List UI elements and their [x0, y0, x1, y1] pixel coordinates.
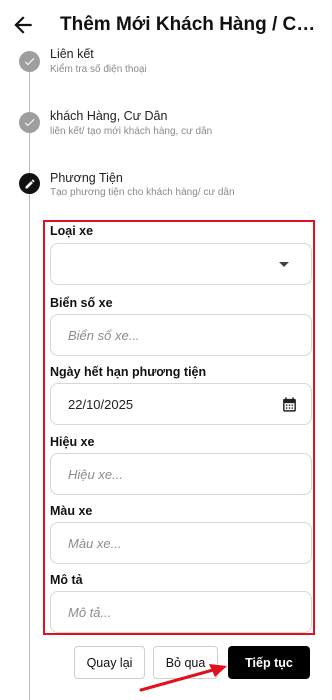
color-input[interactable]	[68, 535, 268, 551]
expiry-date-field[interactable]: 22/10/2025	[50, 383, 312, 425]
step-title-link: Liên kết	[50, 47, 94, 61]
step-check-icon	[19, 51, 40, 72]
color-label: Màu xe	[50, 504, 93, 518]
continue-button[interactable]: Tiếp tục	[228, 646, 310, 679]
step-subtitle-link: Kiểm tra số điện thoại	[50, 64, 147, 75]
dropdown-arrow-icon	[279, 262, 289, 267]
back-arrow-icon[interactable]	[10, 12, 36, 38]
brand-field[interactable]	[50, 453, 312, 495]
color-field[interactable]	[50, 522, 312, 564]
plate-label: Biển số xe	[50, 296, 113, 310]
step-subtitle-vehicle: Tạo phương tiện cho khách hàng/ cư dân	[50, 187, 235, 198]
step-check-icon	[19, 112, 40, 133]
description-input[interactable]	[68, 604, 268, 620]
expiry-date-value: 22/10/2025	[68, 396, 134, 412]
step-title-customer: khách Hàng, Cư Dân	[50, 109, 168, 123]
description-label: Mô tả	[50, 573, 83, 587]
page-title: Thêm Mới Khách Hàng / Cư Dân	[60, 14, 328, 35]
step-edit-icon	[19, 173, 40, 194]
brand-input[interactable]	[68, 466, 268, 482]
vehicle-type-select[interactable]	[50, 243, 312, 285]
plate-field[interactable]	[50, 314, 312, 356]
expiry-label: Ngày hết hạn phương tiện	[50, 365, 207, 379]
plate-input[interactable]	[68, 327, 268, 343]
step-title-vehicle: Phương Tiện	[50, 171, 123, 185]
annotation-arrow-icon	[139, 664, 227, 692]
stepper-line	[29, 70, 30, 700]
vehicle-type-label: Loại xe	[50, 224, 94, 238]
app-header: Thêm Mới Khách Hàng / Cư Dân	[0, 0, 332, 48]
step-subtitle-customer: liên kết/ tạo mới khách hàng, cư dân	[50, 126, 213, 137]
brand-label: Hiệu xe	[50, 435, 95, 449]
description-field[interactable]	[50, 591, 312, 633]
calendar-icon[interactable]	[281, 396, 298, 413]
